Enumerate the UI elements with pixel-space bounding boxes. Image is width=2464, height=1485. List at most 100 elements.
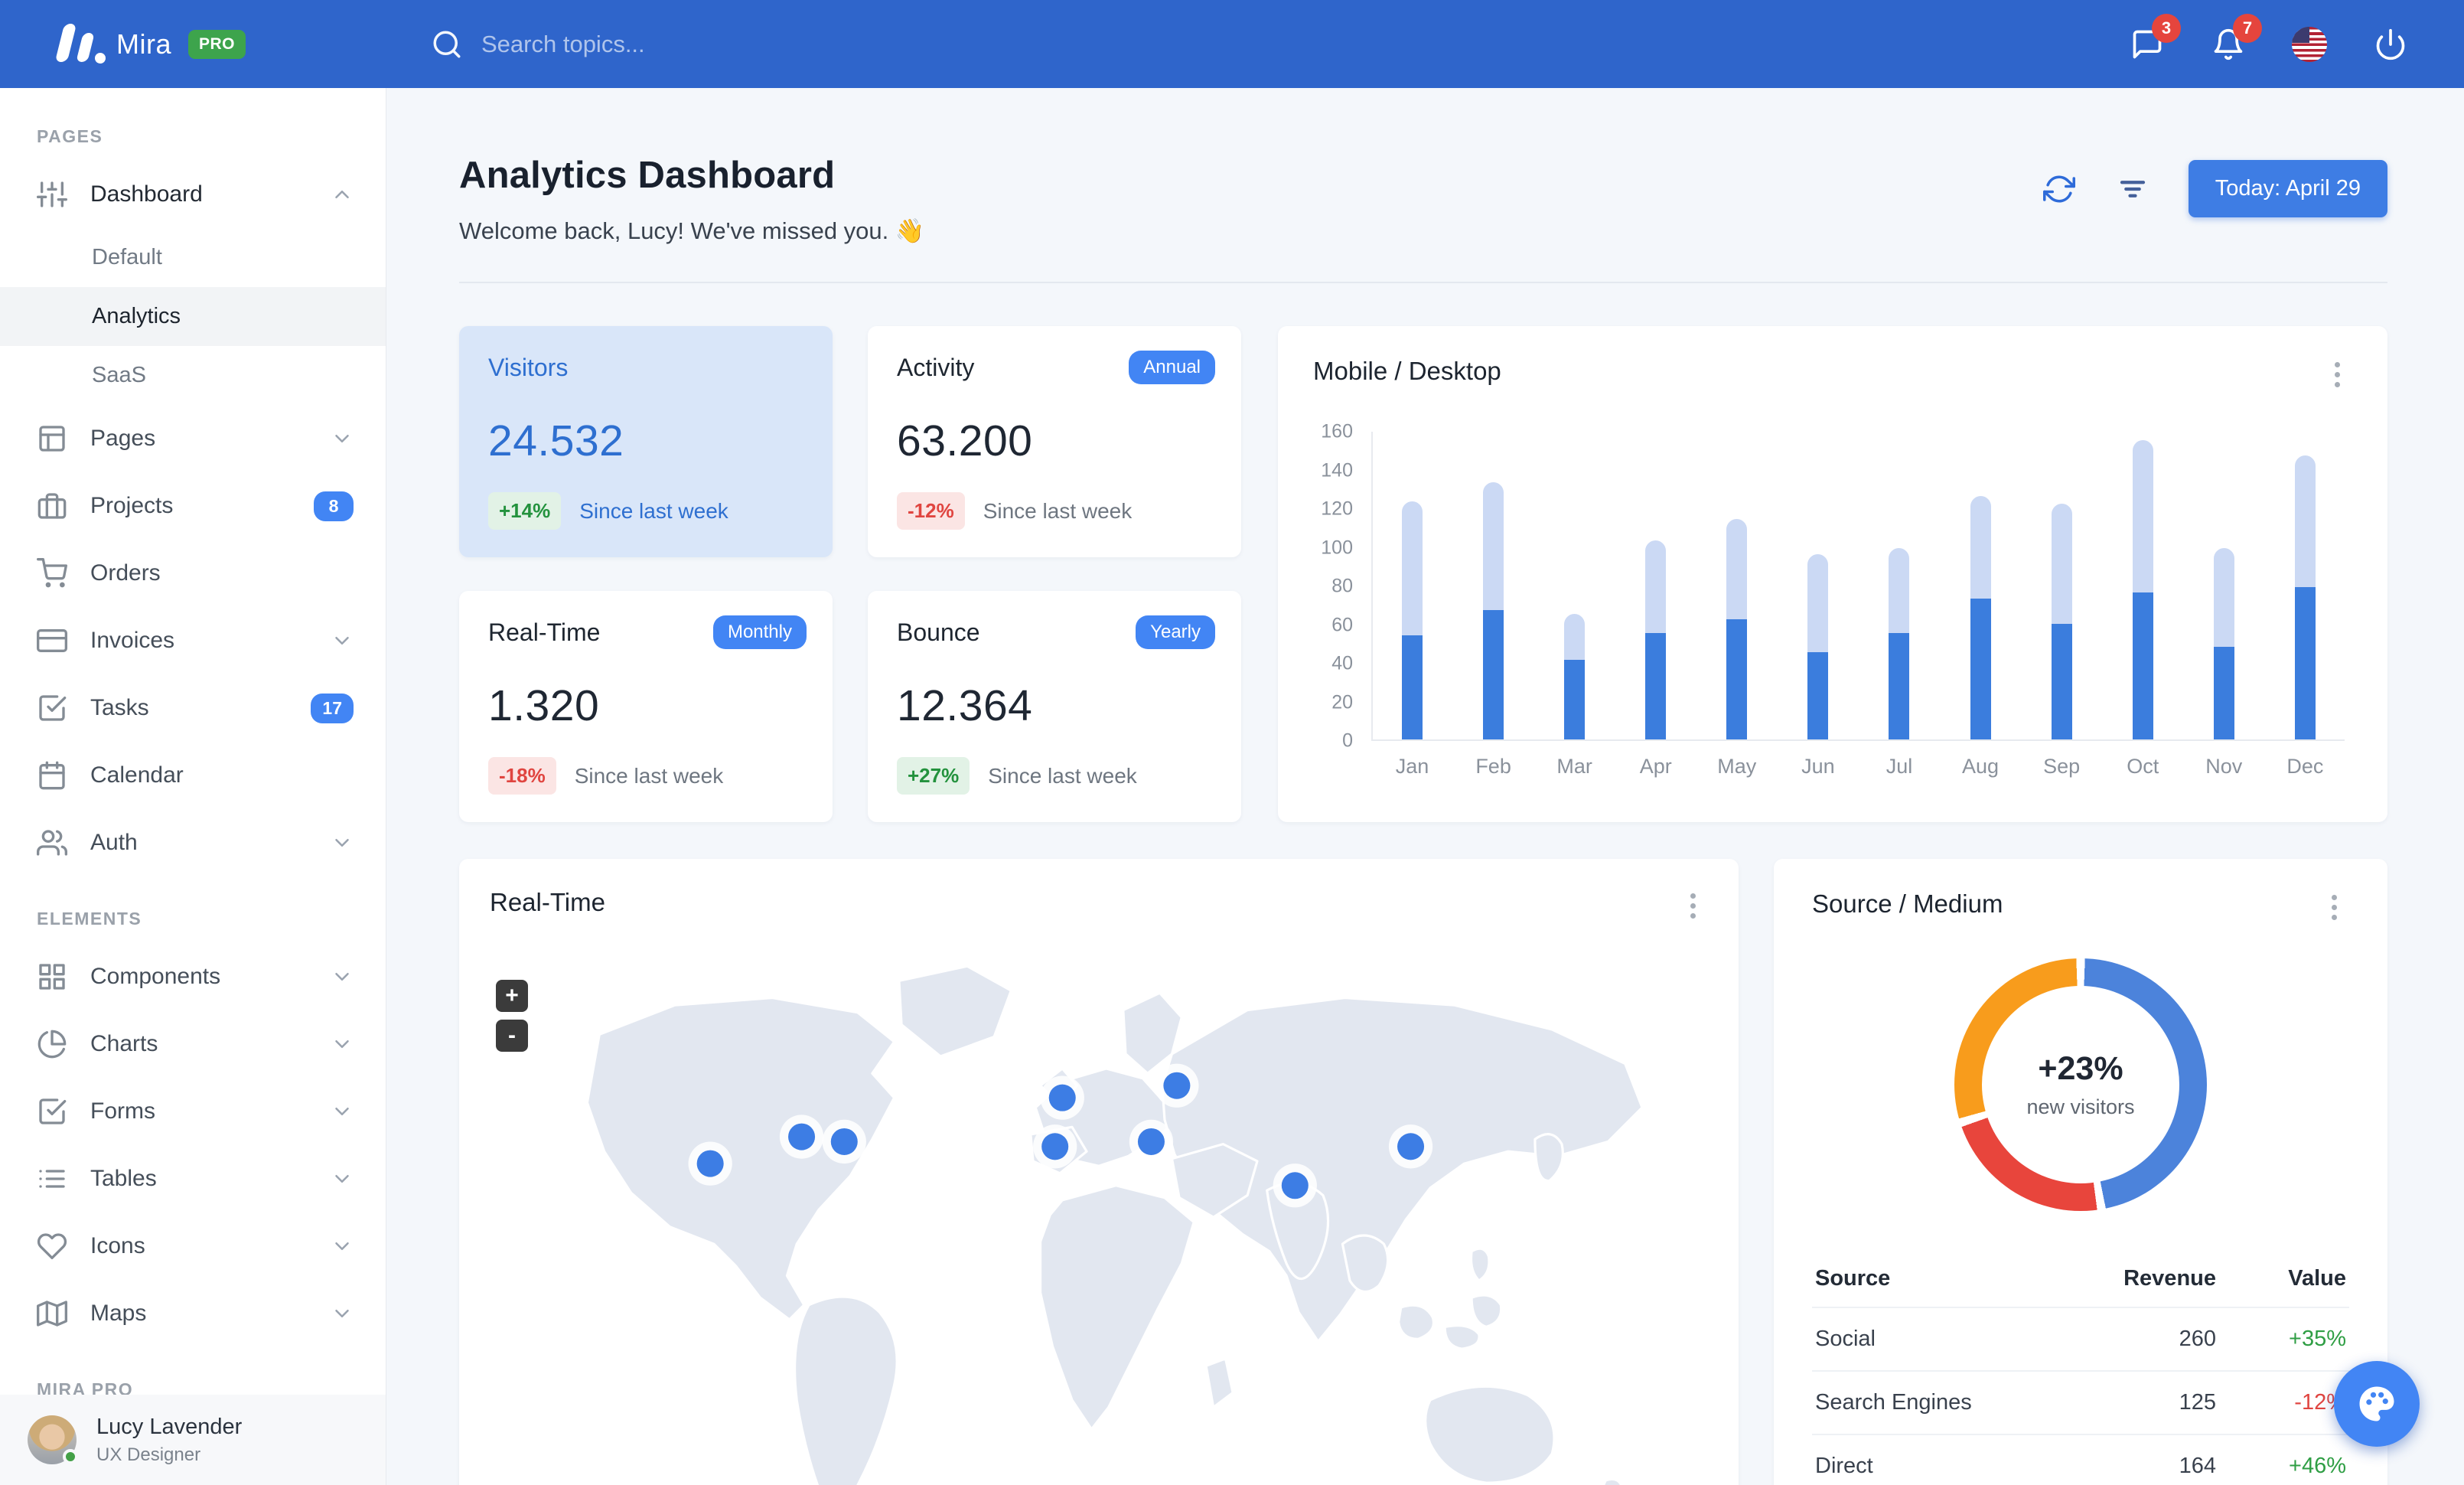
credit-card-icon bbox=[37, 625, 68, 656]
y-tick-label: 120 bbox=[1321, 498, 1353, 520]
map-marker-madrid[interactable] bbox=[1041, 1133, 1069, 1160]
map-marker-london[interactable] bbox=[1048, 1084, 1076, 1111]
check-square-icon bbox=[37, 693, 67, 723]
y-tick-label: 100 bbox=[1321, 537, 1353, 558]
donut-center: +23% new visitors bbox=[1954, 958, 2207, 1211]
sidebar-item-dashboard[interactable]: Dashboard bbox=[0, 161, 386, 228]
map-marker-moscow[interactable] bbox=[1163, 1072, 1191, 1099]
user-role: UX Designer bbox=[96, 1444, 201, 1465]
theme-settings-fab[interactable] bbox=[2334, 1361, 2420, 1447]
continent-shape bbox=[1533, 1133, 1564, 1182]
map-marker-beijing[interactable] bbox=[1397, 1133, 1425, 1160]
x-tick-label: Feb bbox=[1475, 755, 1511, 778]
sidebar-item-icons[interactable]: Icons bbox=[0, 1212, 386, 1280]
donut-value: +23% bbox=[2038, 1050, 2123, 1087]
y-tick-label: 0 bbox=[1342, 729, 1353, 752]
stat-card-real-time: Real-Time Monthly 1.320 -18% Since last week bbox=[459, 591, 833, 822]
chevron-down-icon bbox=[331, 1100, 354, 1123]
sidebar-user-footer[interactable]: Lucy Lavender UX Designer bbox=[0, 1395, 386, 1485]
sidebar-item-label: Pages bbox=[90, 426, 156, 451]
desktop-segment bbox=[2132, 439, 2153, 593]
signout-button[interactable] bbox=[2371, 24, 2410, 64]
notifications-badge: 7 bbox=[2233, 13, 2262, 43]
stat-card-footer: +14% Since last week bbox=[488, 492, 803, 530]
table-row-social: Social 260 +35% bbox=[1812, 1308, 2349, 1372]
source-menu-button[interactable] bbox=[2319, 889, 2349, 925]
donut-label: new visitors bbox=[2026, 1095, 2135, 1118]
stat-card-footer: -18% Since last week bbox=[488, 757, 803, 795]
map-zoom-out-button[interactable]: - bbox=[496, 1020, 528, 1052]
list-icon bbox=[37, 1164, 67, 1194]
map-marker-delhi[interactable] bbox=[1281, 1172, 1309, 1199]
sidebar-item-analytics[interactable]: Analytics bbox=[0, 287, 386, 346]
x-tick-label: Dec bbox=[2286, 755, 2324, 778]
notifications-button[interactable]: 7 bbox=[2208, 13, 2262, 64]
continent-shape bbox=[1424, 1385, 1556, 1484]
y-tick-label: 20 bbox=[1331, 691, 1353, 713]
column-header: Source bbox=[1815, 1266, 1891, 1291]
chart-menu-button[interactable] bbox=[2322, 357, 2352, 392]
filter-button[interactable] bbox=[2115, 171, 2150, 207]
map-menu-button[interactable] bbox=[1677, 888, 1708, 923]
map-zoom-in-button[interactable]: + bbox=[496, 980, 528, 1012]
chevron-down-icon bbox=[331, 427, 354, 450]
sidebar-item-maps[interactable]: Maps bbox=[0, 1280, 386, 1347]
sidebar-item-label: Tables bbox=[90, 1166, 157, 1191]
stat-card-period-badge: Yearly bbox=[1136, 615, 1215, 649]
sidebar-item-auth[interactable]: Auth bbox=[0, 809, 386, 876]
sidebar-item-saas[interactable]: SaaS bbox=[0, 346, 386, 405]
sidebar-item-components[interactable]: Components bbox=[0, 943, 386, 1010]
sidebar-section-pages: PAGES bbox=[37, 126, 103, 146]
user-name: Lucy Lavender bbox=[96, 1414, 243, 1439]
stat-card-value: 24.532 bbox=[488, 416, 624, 465]
sidebar-section-mira-pro: MIRA PRO bbox=[37, 1379, 134, 1395]
sidebar-item-tables[interactable]: Tables bbox=[0, 1145, 386, 1212]
mobile-segment bbox=[2213, 646, 2234, 739]
sidebar-item-charts[interactable]: Charts bbox=[0, 1010, 386, 1078]
shopping-cart-icon bbox=[37, 558, 68, 589]
today-button[interactable]: Today: April 29 bbox=[2188, 160, 2387, 217]
pie-chart-icon bbox=[37, 1029, 67, 1059]
brand[interactable]: Mira PRO bbox=[0, 22, 386, 67]
bar-sep: Sep bbox=[2043, 432, 2080, 778]
map-marker-new-york[interactable] bbox=[830, 1128, 858, 1155]
value-cell: +46% bbox=[2289, 1454, 2346, 1478]
sidebar-item-orders[interactable]: Orders bbox=[0, 540, 386, 607]
mobile-segment bbox=[1970, 598, 1991, 739]
bar-apr: Apr bbox=[1640, 432, 1672, 778]
realtime-map-card: Real-Time + - bbox=[459, 859, 1739, 1485]
x-tick-label: Jun bbox=[1801, 755, 1835, 778]
continent-shape bbox=[1204, 1357, 1234, 1409]
search-input[interactable] bbox=[481, 30, 910, 58]
desktop-segment bbox=[1483, 482, 1504, 610]
sidebar-badge-tasks: 17 bbox=[311, 693, 354, 723]
bar-nov: Nov bbox=[2205, 432, 2242, 778]
navbar-actions: 3 7 bbox=[2127, 13, 2464, 64]
sidebar-item-forms[interactable]: Forms bbox=[0, 1078, 386, 1145]
donut-chart: +23% new visitors bbox=[1954, 958, 2207, 1211]
messages-button[interactable]: 3 bbox=[2127, 13, 2181, 64]
sidebar-item-default[interactable]: Default bbox=[0, 228, 386, 287]
map-marker-chicago[interactable] bbox=[788, 1123, 816, 1150]
world-map-svg bbox=[585, 964, 1644, 1485]
sidebar-item-pages[interactable]: Pages bbox=[0, 405, 386, 472]
value-cell: +35% bbox=[2289, 1327, 2346, 1351]
y-tick-label: 40 bbox=[1331, 652, 1353, 674]
sidebar-item-invoices[interactable]: Invoices bbox=[0, 607, 386, 674]
desktop-segment bbox=[1970, 495, 1991, 599]
x-tick-label: May bbox=[1717, 755, 1757, 778]
stat-card-period-badge: Annual bbox=[1129, 351, 1215, 384]
map-marker-istanbul[interactable] bbox=[1137, 1128, 1165, 1155]
language-button[interactable] bbox=[2290, 24, 2329, 64]
grid-icon bbox=[37, 961, 67, 992]
sidebar-item-calendar[interactable]: Calendar bbox=[0, 742, 386, 809]
page-title: Analytics Dashboard bbox=[459, 155, 836, 196]
desktop-segment bbox=[1645, 540, 1667, 634]
refresh-button[interactable] bbox=[2042, 171, 2077, 207]
continent-shape bbox=[1469, 1247, 1491, 1282]
y-tick-label: 60 bbox=[1331, 614, 1353, 635]
continent-shape bbox=[1470, 1294, 1503, 1329]
map-marker-san-francisco[interactable] bbox=[696, 1150, 724, 1177]
sidebar-item-tasks[interactable]: Tasks 17 bbox=[0, 674, 386, 742]
sidebar-item-projects[interactable]: Projects 8 bbox=[0, 472, 386, 540]
